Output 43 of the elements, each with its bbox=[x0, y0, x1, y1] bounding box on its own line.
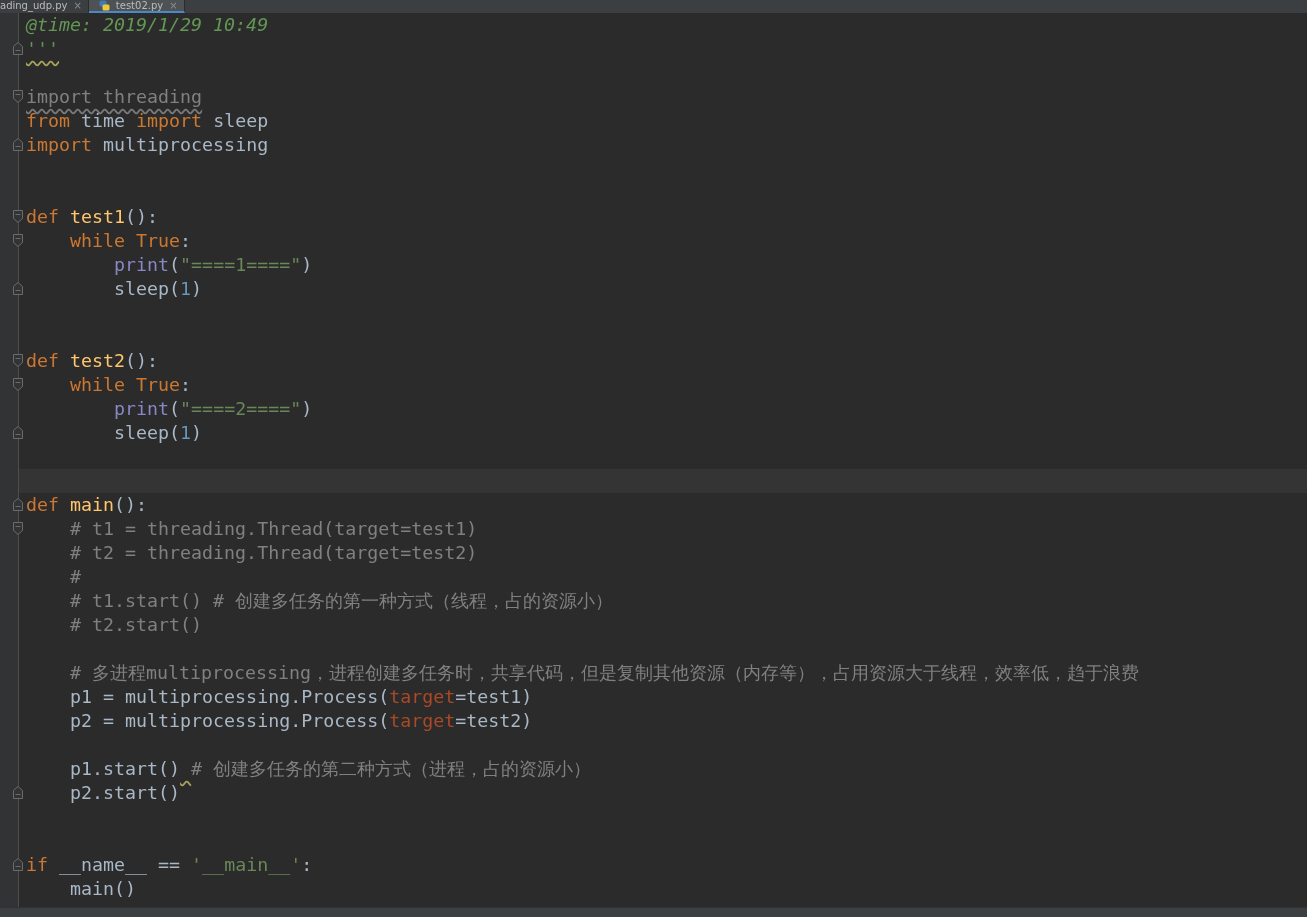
code-line: while True: bbox=[69, 229, 193, 253]
editor-tab[interactable]: test02.py × bbox=[88, 0, 185, 13]
code-line: p1.start() # 创建多任务的第二种方式（进程，占的资源小） bbox=[69, 757, 593, 781]
code-line: # t1.start() # 创建多任务的第一种方式（线程，占的资源小） bbox=[69, 589, 615, 613]
fold-icon[interactable] bbox=[12, 137, 24, 152]
code-line: while True: bbox=[69, 373, 193, 397]
code-line: @time: 2019/1/29 10:49 bbox=[24, 13, 270, 37]
fold-icon[interactable] bbox=[12, 233, 24, 248]
code-line: def test1(): bbox=[25, 205, 160, 229]
fold-icon[interactable] bbox=[12, 209, 24, 224]
fold-icon[interactable] bbox=[12, 857, 24, 872]
fold-icon[interactable] bbox=[12, 377, 24, 392]
code-line: p2 = multiprocessing.Process(target=test2) bbox=[69, 709, 534, 733]
code-line: sleep(1) bbox=[113, 277, 204, 301]
code-line: ''' bbox=[25, 37, 61, 61]
code-line: def test2(): bbox=[25, 349, 160, 373]
close-button[interactable]: × bbox=[73, 0, 82, 11]
code-line: print("====1====") bbox=[113, 253, 314, 277]
code-line: def main(): bbox=[25, 493, 149, 517]
code-line: # t2 = threading.Thread(target=test2) bbox=[69, 541, 479, 565]
code-line: p2.start() bbox=[69, 781, 182, 805]
code-line: p1 = multiprocessing.Process(target=test1) bbox=[69, 685, 534, 709]
fold-icon[interactable] bbox=[12, 89, 24, 104]
code-line: # t2.start() bbox=[69, 613, 204, 637]
code-line: if __name__ == '__main__': bbox=[25, 853, 314, 877]
fold-icon[interactable] bbox=[12, 281, 24, 296]
fold-icon[interactable] bbox=[12, 497, 24, 512]
fold-icon[interactable] bbox=[12, 425, 24, 440]
code-line: # bbox=[69, 565, 83, 589]
code-line: main() bbox=[69, 877, 138, 901]
fold-icon[interactable] bbox=[12, 41, 24, 56]
code-line: # t1 = threading.Thread(target=test1) bbox=[69, 517, 479, 541]
fold-icon[interactable] bbox=[12, 521, 24, 536]
editor-tab[interactable]: ading_udp.py × bbox=[0, 0, 89, 13]
code-line: import multiprocessing bbox=[25, 133, 270, 157]
close-button[interactable]: × bbox=[169, 0, 178, 11]
code-line: from time import sleep bbox=[25, 109, 270, 133]
code-line: print("====2====") bbox=[113, 397, 314, 421]
fold-icon[interactable] bbox=[12, 353, 24, 368]
code-line: import threading bbox=[25, 85, 204, 109]
code-line: sleep(1) bbox=[113, 421, 204, 445]
code-line: # 多进程multiprocessing，进程创建多任务时，共享代码，但是复制其他资源（内存等），占用资源大于线程，效率低，趋于浪费 bbox=[69, 661, 1141, 685]
fold-icon[interactable] bbox=[12, 785, 24, 800]
